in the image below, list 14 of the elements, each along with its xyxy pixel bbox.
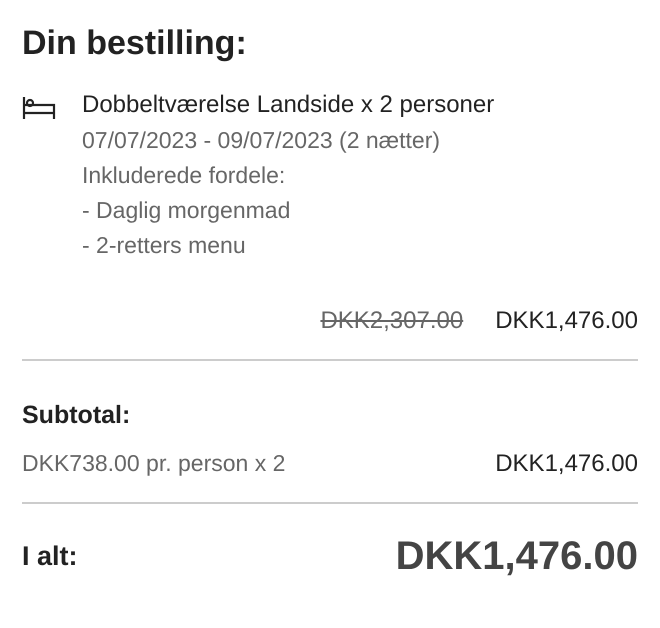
- room-name: Dobbeltværelse Landside x 2 personer: [82, 91, 494, 119]
- subtotal-amount: DKK1,476.00: [495, 450, 638, 478]
- benefits-label: Inkluderede fordele:: [82, 162, 286, 189]
- total-label: I alt:: [22, 541, 78, 572]
- benefit-item: - Daglig morgenmad: [82, 197, 292, 224]
- original-price: DKK2,307.00: [320, 307, 464, 335]
- stay-dates: 07/07/2023 - 09/07/2023 (2 nætter): [82, 127, 442, 154]
- room-price: DKK1,476.00: [495, 307, 638, 335]
- benefit-item: - 2-retters menu: [82, 232, 247, 259]
- order-title: Din bestilling:: [22, 24, 248, 63]
- bed-icon: [22, 97, 56, 119]
- subtotal-label: Subtotal:: [22, 401, 132, 430]
- total-amount: DKK1,476.00: [396, 534, 638, 579]
- price-per-person: DKK738.00 pr. person x 2: [22, 450, 286, 478]
